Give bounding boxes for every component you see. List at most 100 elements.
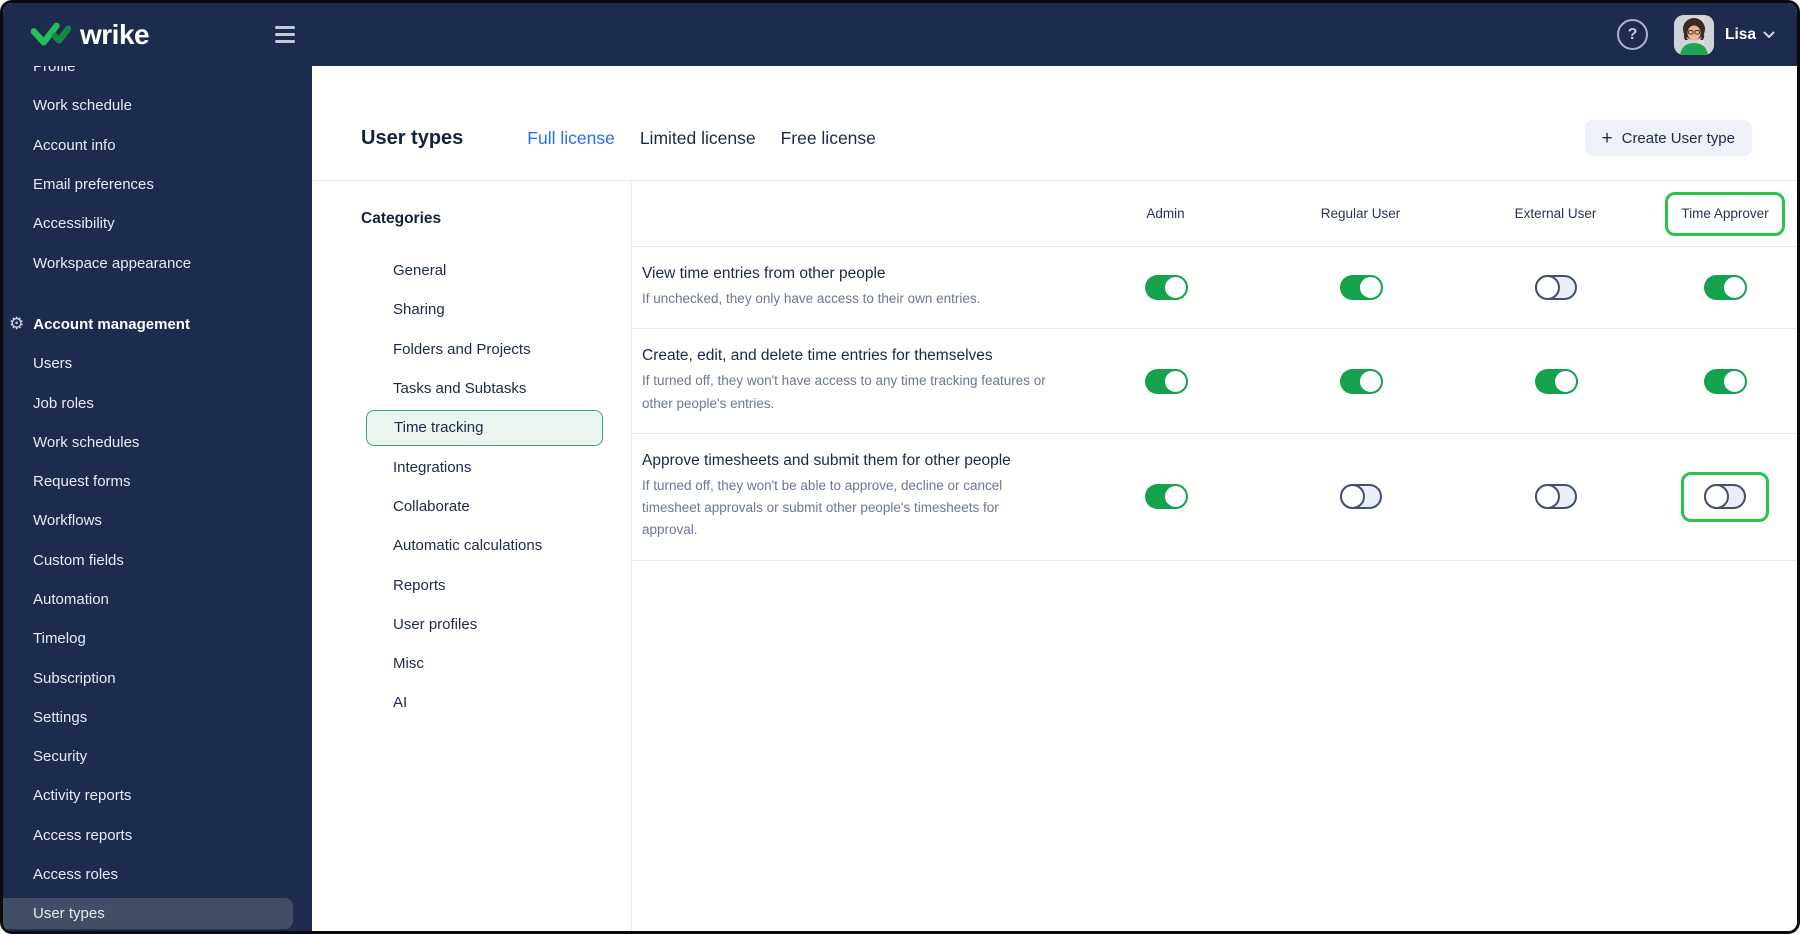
main-content: User types Full license Limited license … xyxy=(312,66,1797,931)
plus-icon: + xyxy=(1601,127,1613,149)
permission-description: If unchecked, they only have access to t… xyxy=(642,291,981,306)
permission-title: Create, edit, and delete time entries fo… xyxy=(642,347,993,365)
chevron-down-icon[interactable] xyxy=(1763,31,1775,39)
sidebar-item-security[interactable]: Security xyxy=(3,737,312,776)
gear-icon: ⚙ xyxy=(9,313,25,334)
toggle-knob xyxy=(1534,275,1560,301)
sidebar-item-label: Accessibility xyxy=(33,215,115,233)
tab-free-license[interactable]: Free license xyxy=(781,128,876,149)
toggle-admin[interactable] xyxy=(1144,484,1188,510)
toggle-knob xyxy=(1357,275,1383,301)
sidebar-item-timelog[interactable]: Timelog xyxy=(3,619,312,658)
sidebar-item-label: Settings xyxy=(33,708,88,726)
tab-full-license[interactable]: Full license xyxy=(527,128,615,149)
category-item-automatic-calculations[interactable]: Automatic calculations xyxy=(312,526,631,565)
wrike-logo-icon xyxy=(31,22,71,45)
toggle-regular-user[interactable] xyxy=(1339,275,1383,301)
sidebar-item-label: Profile xyxy=(33,66,76,76)
sidebar-item-label: Users xyxy=(33,355,73,373)
toggle-regular-user[interactable] xyxy=(1339,368,1383,394)
category-item-user-profiles[interactable]: User profiles xyxy=(312,605,631,644)
toggle-knob xyxy=(1552,368,1578,394)
hamburger-menu-icon[interactable] xyxy=(275,26,295,47)
sidebar-item-automation[interactable]: Automation xyxy=(3,580,312,619)
toggle-knob xyxy=(1162,484,1188,510)
category-item-sharing[interactable]: Sharing xyxy=(312,290,631,329)
sidebar-item-users[interactable]: Users xyxy=(3,344,312,383)
sidebar-item-profile[interactable]: Profile xyxy=(3,66,312,86)
sidebar-item-email-preferences[interactable]: Email preferences xyxy=(3,165,312,204)
sidebar-item-subscription[interactable]: Subscription xyxy=(3,658,312,697)
toggle-external-user[interactable] xyxy=(1534,275,1577,301)
help-glyph: ? xyxy=(1627,25,1638,43)
sidebar-item-access-reports[interactable]: Access reports xyxy=(3,816,312,855)
sidebar-item-workflows[interactable]: Workflows xyxy=(3,501,312,540)
sidebar-item-workspace-appearance[interactable]: Workspace appearance xyxy=(3,243,312,282)
create-user-type-label: Create User type xyxy=(1621,129,1735,147)
sidebar-item-label: Automation xyxy=(33,591,109,608)
sidebar-item-work-schedules[interactable]: Work schedules xyxy=(3,423,312,462)
sidebar-item-custom-fields[interactable]: Custom fields xyxy=(3,541,312,580)
sidebar-item-label: Security xyxy=(33,748,88,766)
sidebar-item-job-roles[interactable]: Job roles xyxy=(3,383,312,422)
category-item-tasks-and-subtasks[interactable]: Tasks and Subtasks xyxy=(312,369,631,408)
avatar[interactable] xyxy=(1673,14,1714,55)
category-item-reports[interactable]: Reports xyxy=(312,565,631,604)
page-header: User types Full license Limited license … xyxy=(312,66,1797,181)
permission-title: Approve timesheets and submit them for o… xyxy=(642,451,1011,469)
help-icon[interactable]: ? xyxy=(1616,19,1648,50)
toggle-highlight-box xyxy=(1681,471,1769,522)
permission-row-view-time-entries-from-other-people: View time entries from other people If un… xyxy=(632,247,1797,330)
sidebar-item-account-info[interactable]: Account info xyxy=(3,126,312,165)
toggle-admin[interactable] xyxy=(1144,368,1188,394)
toggle-knob xyxy=(1162,275,1188,301)
sidebar-item-label: Timelog xyxy=(33,630,86,648)
category-item-time-tracking[interactable]: Time tracking xyxy=(366,409,603,446)
sidebar-item-label: Work schedule xyxy=(33,97,132,115)
toggle-time-approver[interactable] xyxy=(1704,275,1747,301)
sidebar-item-work-schedule[interactable]: Work schedule xyxy=(3,86,312,125)
sidebar-item-activity-reports[interactable]: Activity reports xyxy=(3,776,312,815)
category-item-general[interactable]: General xyxy=(312,251,631,290)
tab-limited-license[interactable]: Limited license xyxy=(640,128,756,149)
category-item-ai[interactable]: AI xyxy=(312,683,631,722)
sidebar-item-label: Account info xyxy=(33,136,116,154)
toggle-knob xyxy=(1704,484,1729,510)
permission-description: If turned off, they won't be able to app… xyxy=(642,477,1003,538)
sidebar-item-accessibility[interactable]: Accessibility xyxy=(3,204,312,243)
toggle-knob xyxy=(1722,275,1747,301)
create-user-type-button[interactable]: + Create User type xyxy=(1584,120,1752,156)
toggle-regular-user[interactable] xyxy=(1339,484,1382,510)
categories-list: General Sharing Folders and Projects Tasks … xyxy=(312,251,631,723)
permissions-header-row: Admin Regular User External User Time Appro… xyxy=(632,181,1797,247)
column-header-time-approver: Time Approver xyxy=(1681,206,1769,221)
column-header-regular-user: Regular User xyxy=(1320,206,1401,221)
permission-description: If turned off, they won't have access to… xyxy=(642,373,1046,411)
sidebar-item-label: Access reports xyxy=(33,826,133,844)
user-name[interactable]: Lisa xyxy=(1725,26,1756,44)
toggle-admin[interactable] xyxy=(1144,275,1188,301)
sidebar-section-account-management[interactable]: ⚙ Account management xyxy=(3,305,312,344)
sidebar-item-request-forms[interactable]: Request forms xyxy=(3,462,312,501)
category-item-folders-and-projects[interactable]: Folders and Projects xyxy=(312,330,631,369)
category-item-misc[interactable]: Misc xyxy=(312,644,631,683)
sidebar-admin-section: Users Job roles Work schedules Request form… xyxy=(3,344,312,930)
category-item-integrations[interactable]: Integrations xyxy=(312,447,631,486)
toggle-time-approver[interactable] xyxy=(1704,484,1746,510)
sidebar-item-user-types[interactable]: User types xyxy=(3,898,293,930)
sidebar-section-label: Account management xyxy=(33,315,190,333)
avatar-image xyxy=(1673,14,1714,55)
sidebar-item-access-roles[interactable]: Access roles xyxy=(3,855,312,894)
sidebar-item-label: Workflows xyxy=(33,512,102,530)
settings-sidebar: Profile Work schedule Account info Email pr… xyxy=(3,66,312,931)
column-highlight-box: Time Approver xyxy=(1665,191,1785,236)
categories-title: Categories xyxy=(361,210,442,227)
sidebar-item-settings[interactable]: Settings xyxy=(3,698,312,737)
category-item-collaborate[interactable]: Collaborate xyxy=(312,487,631,526)
sidebar-item-label: Work schedules xyxy=(33,433,140,451)
toggle-time-approver[interactable] xyxy=(1704,368,1747,394)
page-title: User types xyxy=(361,126,464,149)
toggle-external-user[interactable] xyxy=(1534,368,1578,394)
sidebar-personal-section: Profile Work schedule Account info Email pr… xyxy=(3,66,312,283)
toggle-external-user[interactable] xyxy=(1534,484,1577,510)
